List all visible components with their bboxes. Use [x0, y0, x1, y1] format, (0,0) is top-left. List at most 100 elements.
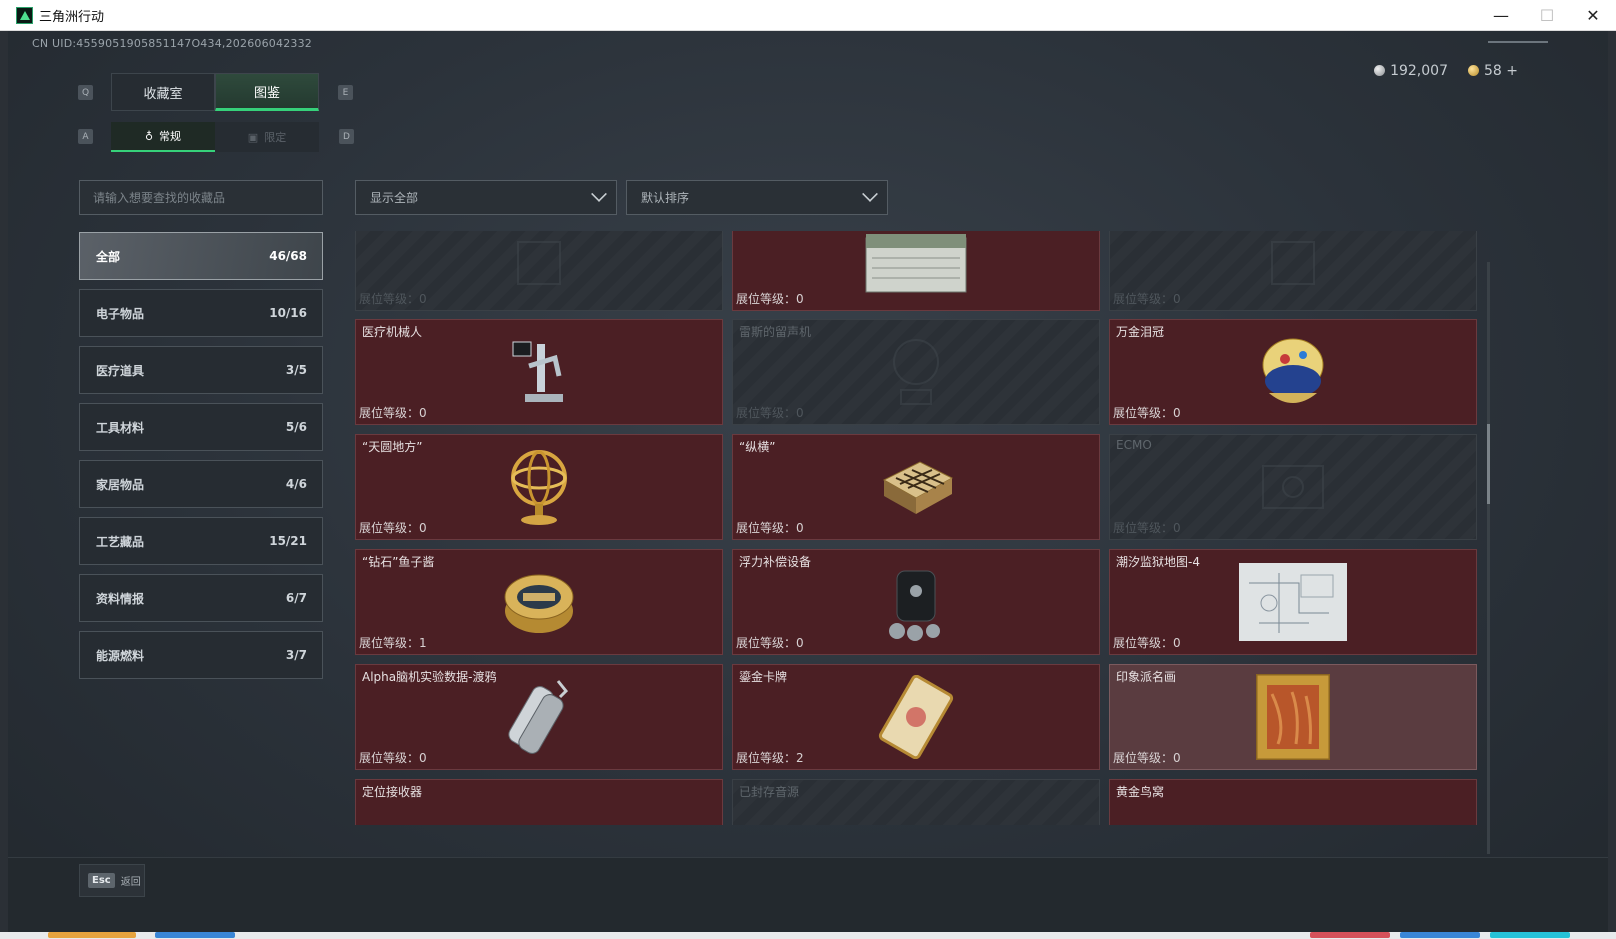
medical-robot-icon: [509, 336, 569, 408]
framed-painting-icon: [1256, 674, 1330, 760]
collection-grid: 展位等级：0 展位等级：0 展位等级：0 医疗机械人 展位等级：0 雷斯的留声机 展位等级：…: [355, 231, 1479, 825]
gilded-card-icon: [872, 675, 960, 759]
maximize-button[interactable]: ☐: [1524, 0, 1570, 31]
card-level-prefix: 展位等级：: [1113, 521, 1174, 535]
ammo-crate-icon: [862, 231, 970, 296]
collection-card[interactable]: 万金泪冠 展位等级：0: [1109, 319, 1477, 425]
card-name: 黄金鸟窝: [1116, 785, 1165, 799]
key-hint-e: E: [338, 85, 353, 100]
card-name: 雷斯的留声机: [739, 325, 812, 339]
card-level-prefix: 展位等级：: [1113, 292, 1174, 306]
card-name: 定位接收器: [362, 785, 423, 799]
filter-show-value: 显示全部: [370, 191, 419, 205]
card-level: 展位等级：0: [736, 634, 804, 651]
collection-card[interactable]: 展位等级：0: [1109, 231, 1477, 311]
category-item[interactable]: 医疗道具 3/5: [79, 346, 323, 394]
card-level: 展位等级：0: [736, 290, 804, 307]
currency-bar: 192,007 58 +: [1374, 63, 1518, 79]
collection-card[interactable]: 鎏金卡牌展位等级：2: [732, 664, 1100, 770]
collection-card[interactable]: 黄金鸟窝: [1109, 779, 1477, 825]
gold-add-button[interactable]: +: [1506, 63, 1518, 79]
card-level: 展位等级：0: [359, 404, 427, 421]
card-level-value: 0: [796, 406, 804, 420]
card-level: 展位等级：2: [736, 749, 804, 766]
data-canister-icon: [500, 673, 578, 761]
taskbar-app[interactable]: [155, 932, 235, 938]
category-item[interactable]: 工具材料 5/6: [79, 403, 323, 451]
card-level: 展位等级：1: [359, 634, 427, 651]
card-level-value: 0: [796, 521, 804, 535]
card-name: 潮汐监狱地图-4: [1116, 555, 1200, 569]
app-logo-icon: [16, 6, 33, 24]
collection-card[interactable]: 潮汐监狱地图-4 展位等级：0: [1109, 549, 1477, 655]
category-item[interactable]: 家居物品 4/6: [79, 460, 323, 508]
category-item[interactable]: 全部 46/68: [79, 232, 323, 280]
card-level-prefix: 展位等级：: [359, 636, 420, 650]
jeweled-egg-icon: [1255, 329, 1331, 415]
category-label: 电子物品: [96, 306, 145, 321]
card-level-prefix: 展位等级：: [359, 292, 420, 306]
card-level-value: 0: [1173, 292, 1181, 306]
card-name: “钻石”鱼子酱: [362, 555, 435, 569]
category-count: 15/21: [269, 534, 307, 548]
grid-scroll-thumb[interactable]: [1487, 424, 1490, 504]
card-level-prefix: 展位等级：: [1113, 636, 1174, 650]
card-level-value: 0: [1173, 751, 1181, 765]
grid-scrollbar[interactable]: [1487, 262, 1490, 854]
card-level-prefix: 展位等级：: [1113, 751, 1174, 765]
taskbar-app[interactable]: [48, 932, 136, 938]
category-count: 3/7: [285, 648, 307, 662]
collection-card[interactable]: 定位接收器: [355, 779, 723, 825]
silver-amount: 192,007: [1390, 63, 1448, 79]
gold-coin-icon: [1467, 65, 1479, 76]
taskbar-app[interactable]: [1400, 932, 1480, 938]
sort-dropdown[interactable]: 默认排序: [626, 180, 888, 215]
category-count: 4/6: [285, 477, 307, 491]
card-level-value: 0: [1173, 636, 1181, 650]
taskbar-app[interactable]: [1310, 932, 1390, 938]
collection-card[interactable]: “天圆地方” 展位等级：0: [355, 434, 723, 540]
collection-card[interactable]: 印象派名画 展位等级：0: [1109, 664, 1477, 770]
category-item[interactable]: 工艺藏品 15/21: [79, 517, 323, 565]
collection-card[interactable]: 医疗机械人 展位等级：0: [355, 319, 723, 425]
card-level-value: 0: [419, 521, 427, 535]
subtab-limited[interactable]: ▣ 限定: [215, 122, 319, 152]
collection-card[interactable]: 展位等级：0: [732, 231, 1100, 311]
search-input[interactable]: 请输入想要查找的收藏品: [79, 180, 323, 215]
collection-card[interactable]: “纵横” 展位等级：0: [732, 434, 1100, 540]
collection-card[interactable]: Alpha脑机实验数据-渡鸦 展位等级：0: [355, 664, 723, 770]
collection-card[interactable]: 浮力补偿设备 展位等级：0: [732, 549, 1100, 655]
back-button[interactable]: Esc 返回: [79, 864, 145, 897]
card-level: 展位等级：0: [736, 404, 804, 421]
subtab-regular[interactable]: ♁ 常规: [111, 122, 215, 152]
minimize-button[interactable]: —: [1478, 0, 1524, 31]
tab-collection-room[interactable]: 收藏室: [111, 73, 215, 111]
category-item[interactable]: 能源燃料 3/7: [79, 631, 323, 679]
card-level-prefix: 展位等级：: [736, 406, 797, 420]
collection-card[interactable]: “钻石”鱼子酱 展位等级：1: [355, 549, 723, 655]
sort-value: 默认排序: [641, 191, 690, 205]
window-titlebar: 三角洲行动 — ☐ ✕: [0, 0, 1616, 31]
collection-card[interactable]: 已封存音源: [732, 779, 1100, 825]
category-item[interactable]: 电子物品 10/16: [79, 289, 323, 337]
prison-map-icon: [1239, 563, 1347, 641]
card-name: 鎏金卡牌: [739, 670, 788, 684]
category-list: 全部 46/68 电子物品 10/16 医疗道具 3/5 工具材料 5/6 家居物品 4/6 工艺藏…: [79, 232, 323, 688]
collection-card[interactable]: ECMO 展位等级：0: [1109, 434, 1477, 540]
collection-card[interactable]: 雷斯的留声机 展位等级：0: [732, 319, 1100, 425]
card-level-prefix: 展位等级：: [359, 406, 420, 420]
category-label: 家居物品: [96, 477, 145, 492]
category-item[interactable]: 资料情报 6/7: [79, 574, 323, 622]
category-label: 能源燃料: [96, 648, 145, 663]
gold-currency[interactable]: 58 +: [1467, 63, 1518, 79]
locked-item-icon: [504, 231, 574, 298]
category-count: 46/68: [269, 249, 307, 263]
filter-show-dropdown[interactable]: 显示全部: [355, 180, 617, 215]
category-count: 5/6: [285, 420, 307, 434]
collection-card[interactable]: 展位等级：0: [355, 231, 723, 311]
tab-codex[interactable]: 图鉴: [215, 73, 319, 111]
taskbar-app[interactable]: [1490, 932, 1570, 938]
card-name: ECMO: [1116, 438, 1152, 452]
category-count: 6/7: [285, 591, 307, 605]
close-button[interactable]: ✕: [1570, 0, 1616, 31]
